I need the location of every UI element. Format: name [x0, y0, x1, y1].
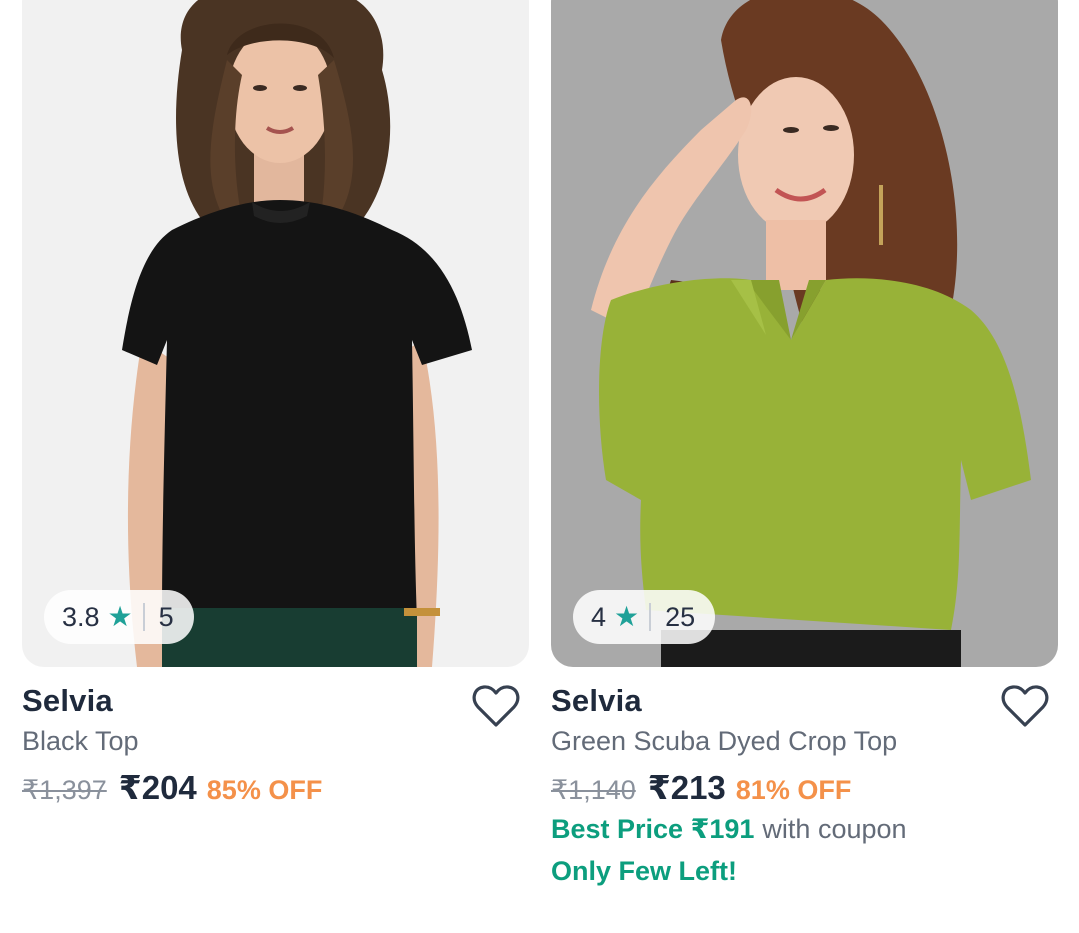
product-grid: 3.8 ★ 5 Selvia Black Top ₹1,397 ₹204 85%… [0, 0, 1079, 933]
product-image[interactable] [551, 0, 1058, 667]
product-card[interactable]: 4 ★ 25 Selvia Green Scuba Dyed Crop Top … [551, 0, 1058, 933]
selling-price: ₹213 [647, 769, 726, 806]
coupon-suffix: with coupon [762, 814, 907, 844]
product-brand: Selvia [22, 683, 113, 718]
heart-outline-icon[interactable] [472, 684, 520, 728]
rating-value: 4 [591, 601, 607, 632]
star-icon: ★ [107, 601, 133, 632]
rating-divider [649, 603, 652, 631]
original-price: ₹1,140 [551, 775, 636, 805]
rating-count: 5 [158, 601, 174, 632]
product-title: Green Scuba Dyed Crop Top [551, 726, 898, 756]
selling-price: ₹204 [118, 769, 197, 806]
rating-divider [142, 603, 145, 631]
product-brand: Selvia [551, 683, 642, 718]
rating-value: 3.8 [62, 601, 100, 632]
rating-badge: 3.8 ★ 5 [44, 590, 194, 644]
star-icon: ★ [614, 601, 640, 632]
rating-count: 25 [665, 601, 696, 632]
stock-message: Only Few Left! [551, 856, 738, 886]
discount-label: 81% OFF [735, 775, 852, 805]
best-price-label: Best Price ₹191 [551, 814, 755, 844]
price-row: ₹1,140 ₹213 81% OFF [551, 768, 851, 807]
product-card[interactable]: 3.8 ★ 5 Selvia Black Top ₹1,397 ₹204 85%… [22, 0, 529, 933]
price-row: ₹1,397 ₹204 85% OFF [22, 768, 322, 807]
rating-badge: 4 ★ 25 [573, 590, 716, 644]
original-price: ₹1,397 [22, 775, 107, 805]
product-title: Black Top [22, 726, 139, 756]
discount-label: 85% OFF [206, 775, 323, 805]
heart-outline-icon[interactable] [1001, 684, 1049, 728]
product-image[interactable] [22, 0, 529, 667]
coupon-offer: Best Price ₹191 with coupon [551, 814, 907, 845]
